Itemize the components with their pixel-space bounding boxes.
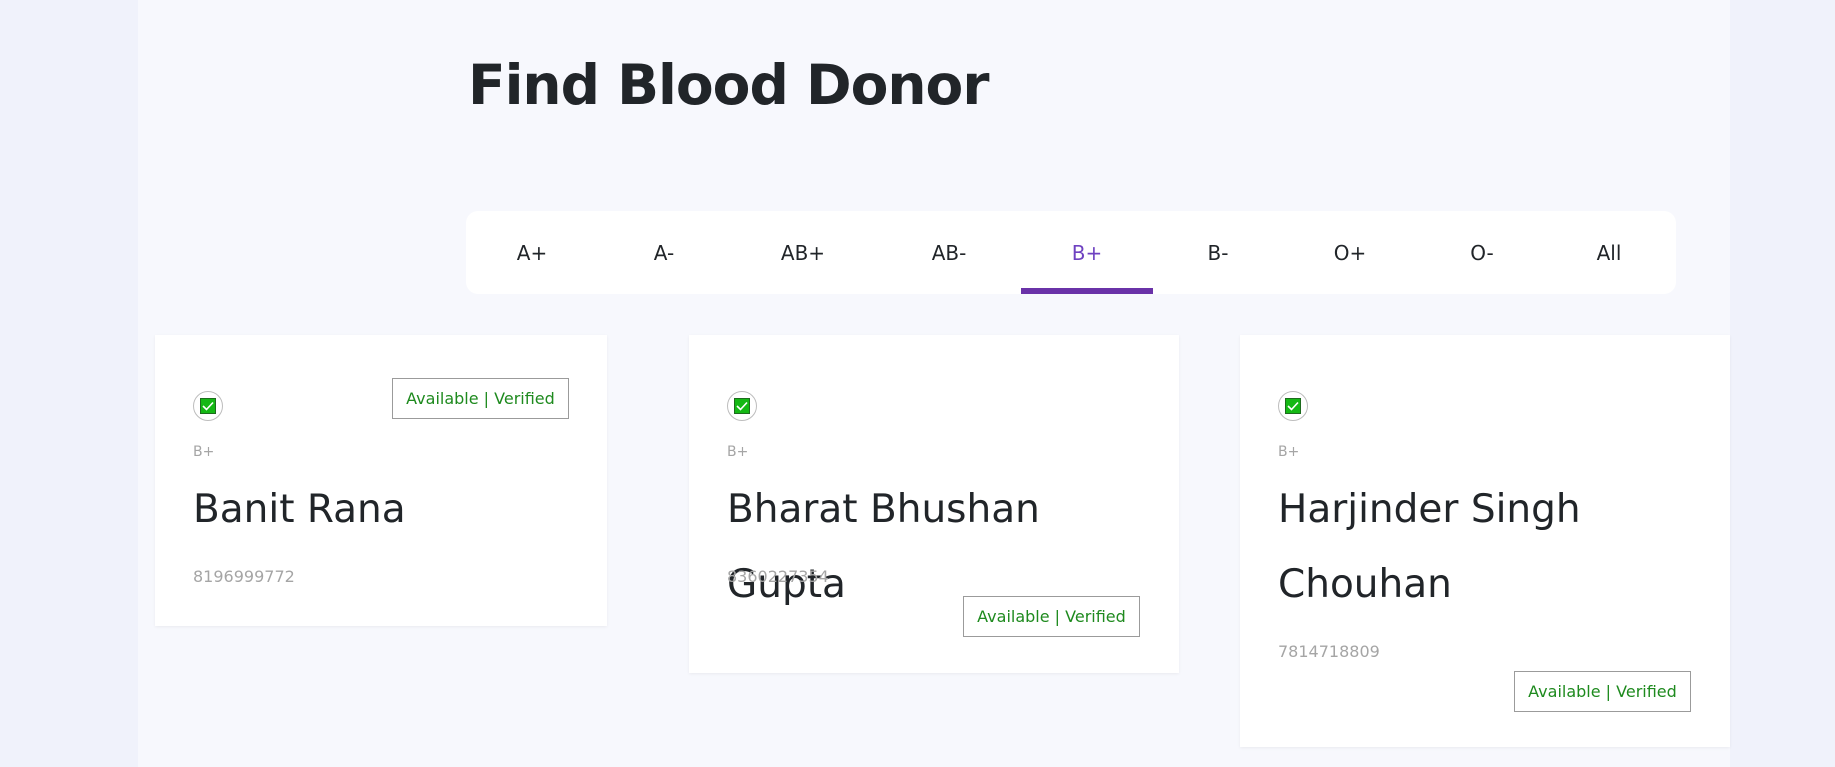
tab-a-negative[interactable]: A- [598, 211, 730, 294]
tab-o-negative[interactable]: O- [1416, 211, 1548, 294]
donor-card: B+ Bharat Bhushan Gupta 8360227354 Avail… [689, 335, 1179, 673]
check-box-icon [1278, 391, 1308, 421]
status-badge: Available | Verified [963, 596, 1140, 637]
status-badge: Available | Verified [1514, 671, 1691, 712]
donor-phone: 8196999772 [193, 567, 295, 586]
blood-group-label: B+ [1278, 444, 1300, 460]
blood-group-label: B+ [193, 444, 215, 460]
page-container: Find Blood Donor A+ A- AB+ AB- B+ B- O+ … [138, 0, 1730, 767]
tab-ab-positive[interactable]: AB+ [737, 211, 869, 294]
blood-group-tabs: A+ A- AB+ AB- B+ B- O+ O- All [466, 211, 1676, 294]
check-box-icon [193, 391, 223, 421]
donor-card: Available | Verified B+ Banit Rana 81969… [155, 335, 607, 626]
tab-ab-negative[interactable]: AB- [883, 211, 1015, 294]
donor-phone: 8360227354 [727, 567, 829, 586]
tab-a-positive[interactable]: A+ [466, 211, 598, 294]
donor-name: Harjinder Singh Chouhan [1278, 487, 1581, 607]
tab-o-positive[interactable]: O+ [1284, 211, 1416, 294]
donor-name: Banit Rana [193, 487, 406, 532]
tab-all[interactable]: All [1543, 211, 1675, 294]
status-badge: Available | Verified [392, 378, 569, 419]
blood-group-label: B+ [727, 444, 749, 460]
tab-b-negative[interactable]: B- [1152, 211, 1284, 294]
page-title: Find Blood Donor [468, 53, 989, 117]
donor-card: B+ Harjinder Singh Chouhan 7814718809 Av… [1240, 335, 1730, 747]
check-box-icon [727, 391, 757, 421]
donor-phone: 7814718809 [1278, 642, 1380, 661]
tab-b-positive[interactable]: B+ [1021, 211, 1153, 294]
